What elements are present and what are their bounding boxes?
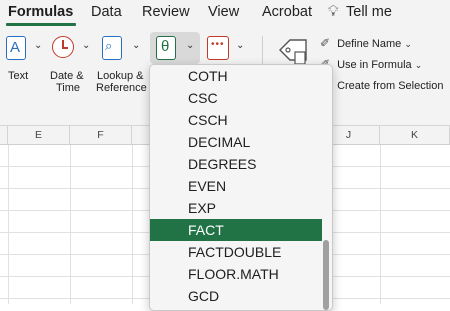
- math-trig-dropdown[interactable]: COTH CSC CSCH DECIMAL DEGREES EVEN EXP F…: [149, 64, 333, 311]
- menu-item-csc[interactable]: CSC: [150, 87, 322, 109]
- chevron-down-icon: ⌄: [186, 40, 195, 51]
- grid-line: [8, 145, 9, 304]
- chevron-down-icon: ⌄: [132, 40, 141, 51]
- text-label: Text: [8, 70, 29, 82]
- tab-view[interactable]: View: [208, 4, 239, 20]
- tab-acrobat[interactable]: Acrobat: [262, 4, 312, 20]
- menu-item-degrees[interactable]: DEGREES: [150, 153, 322, 175]
- menu-item-decimal[interactable]: DECIMAL: [150, 131, 322, 153]
- dropdown-scrollbar[interactable]: [323, 240, 329, 310]
- menu-item-coth[interactable]: COTH: [150, 65, 322, 87]
- tab-review[interactable]: Review: [142, 4, 190, 20]
- math-trig-button[interactable]: θ ⌄: [150, 32, 200, 64]
- datetime-functions-button[interactable]: ⌄ Date & Time: [48, 28, 94, 98]
- create-from-selection-button[interactable]: ☑ Create from Selection: [320, 78, 443, 92]
- define-name-button[interactable]: ✐ Define Name ⌄: [320, 36, 412, 50]
- row-header-corner: [0, 126, 8, 144]
- more-functions-button[interactable]: ••• ⌄: [204, 32, 248, 64]
- text-functions-button[interactable]: A ⌄ Text: [4, 28, 44, 98]
- chevron-down-icon: ⌄: [82, 40, 91, 51]
- grid-line: [70, 145, 71, 304]
- clock-icon: [52, 36, 74, 58]
- tag-small-icon: ✐: [320, 36, 331, 50]
- define-name-label: Define Name: [337, 38, 402, 50]
- column-header-e[interactable]: E: [8, 126, 70, 144]
- chevron-down-icon: ⌄: [414, 60, 423, 70]
- column-header-k[interactable]: K: [380, 126, 450, 144]
- use-in-formula-label: Use in Formula: [337, 59, 412, 71]
- menu-item-exp[interactable]: EXP: [150, 197, 322, 219]
- tab-formulas[interactable]: Formulas: [8, 4, 73, 20]
- create-from-selection-label: Create from Selection: [337, 80, 444, 92]
- magnifier-icon: ⌕: [102, 36, 122, 60]
- lookup-label-line1: Lookup &: [97, 70, 144, 82]
- grid-line: [380, 145, 381, 304]
- menu-item-even[interactable]: EVEN: [150, 175, 322, 197]
- lightbulb-icon: 💡︎: [328, 3, 339, 20]
- menu-item-floor-math[interactable]: FLOOR.MATH: [150, 263, 322, 285]
- tab-tell-me[interactable]: Tell me: [346, 4, 392, 20]
- use-in-formula-button[interactable]: ✐ Use in Formula ⌄: [320, 57, 422, 71]
- menu-item-fact[interactable]: FACT: [150, 219, 322, 241]
- datetime-label-line2: Time: [56, 82, 81, 94]
- theta-icon: θ: [156, 36, 176, 60]
- text-function-icon: A: [6, 36, 26, 60]
- menu-item-factdouble[interactable]: FACTDOUBLE: [150, 241, 322, 263]
- grid-line: [132, 145, 133, 304]
- ribbon-tab-bar: Formulas Data Review View Acrobat 💡︎ Tel…: [0, 0, 450, 28]
- menu-item-csch[interactable]: CSCH: [150, 109, 322, 131]
- active-tab-indicator: [6, 23, 76, 26]
- chevron-down-icon: ⌄: [236, 40, 245, 51]
- lookup-label-line2: Reference: [96, 82, 147, 94]
- lookup-functions-button[interactable]: ⌕ ⌄ Lookup & Reference: [96, 28, 148, 98]
- tab-data[interactable]: Data: [91, 4, 122, 20]
- column-header-f[interactable]: F: [70, 126, 132, 144]
- datetime-label-line1: Date &: [50, 70, 84, 82]
- chevron-down-icon: ⌄: [404, 39, 412, 49]
- chevron-down-icon: ⌄: [34, 40, 43, 51]
- more-functions-icon: •••: [207, 36, 229, 60]
